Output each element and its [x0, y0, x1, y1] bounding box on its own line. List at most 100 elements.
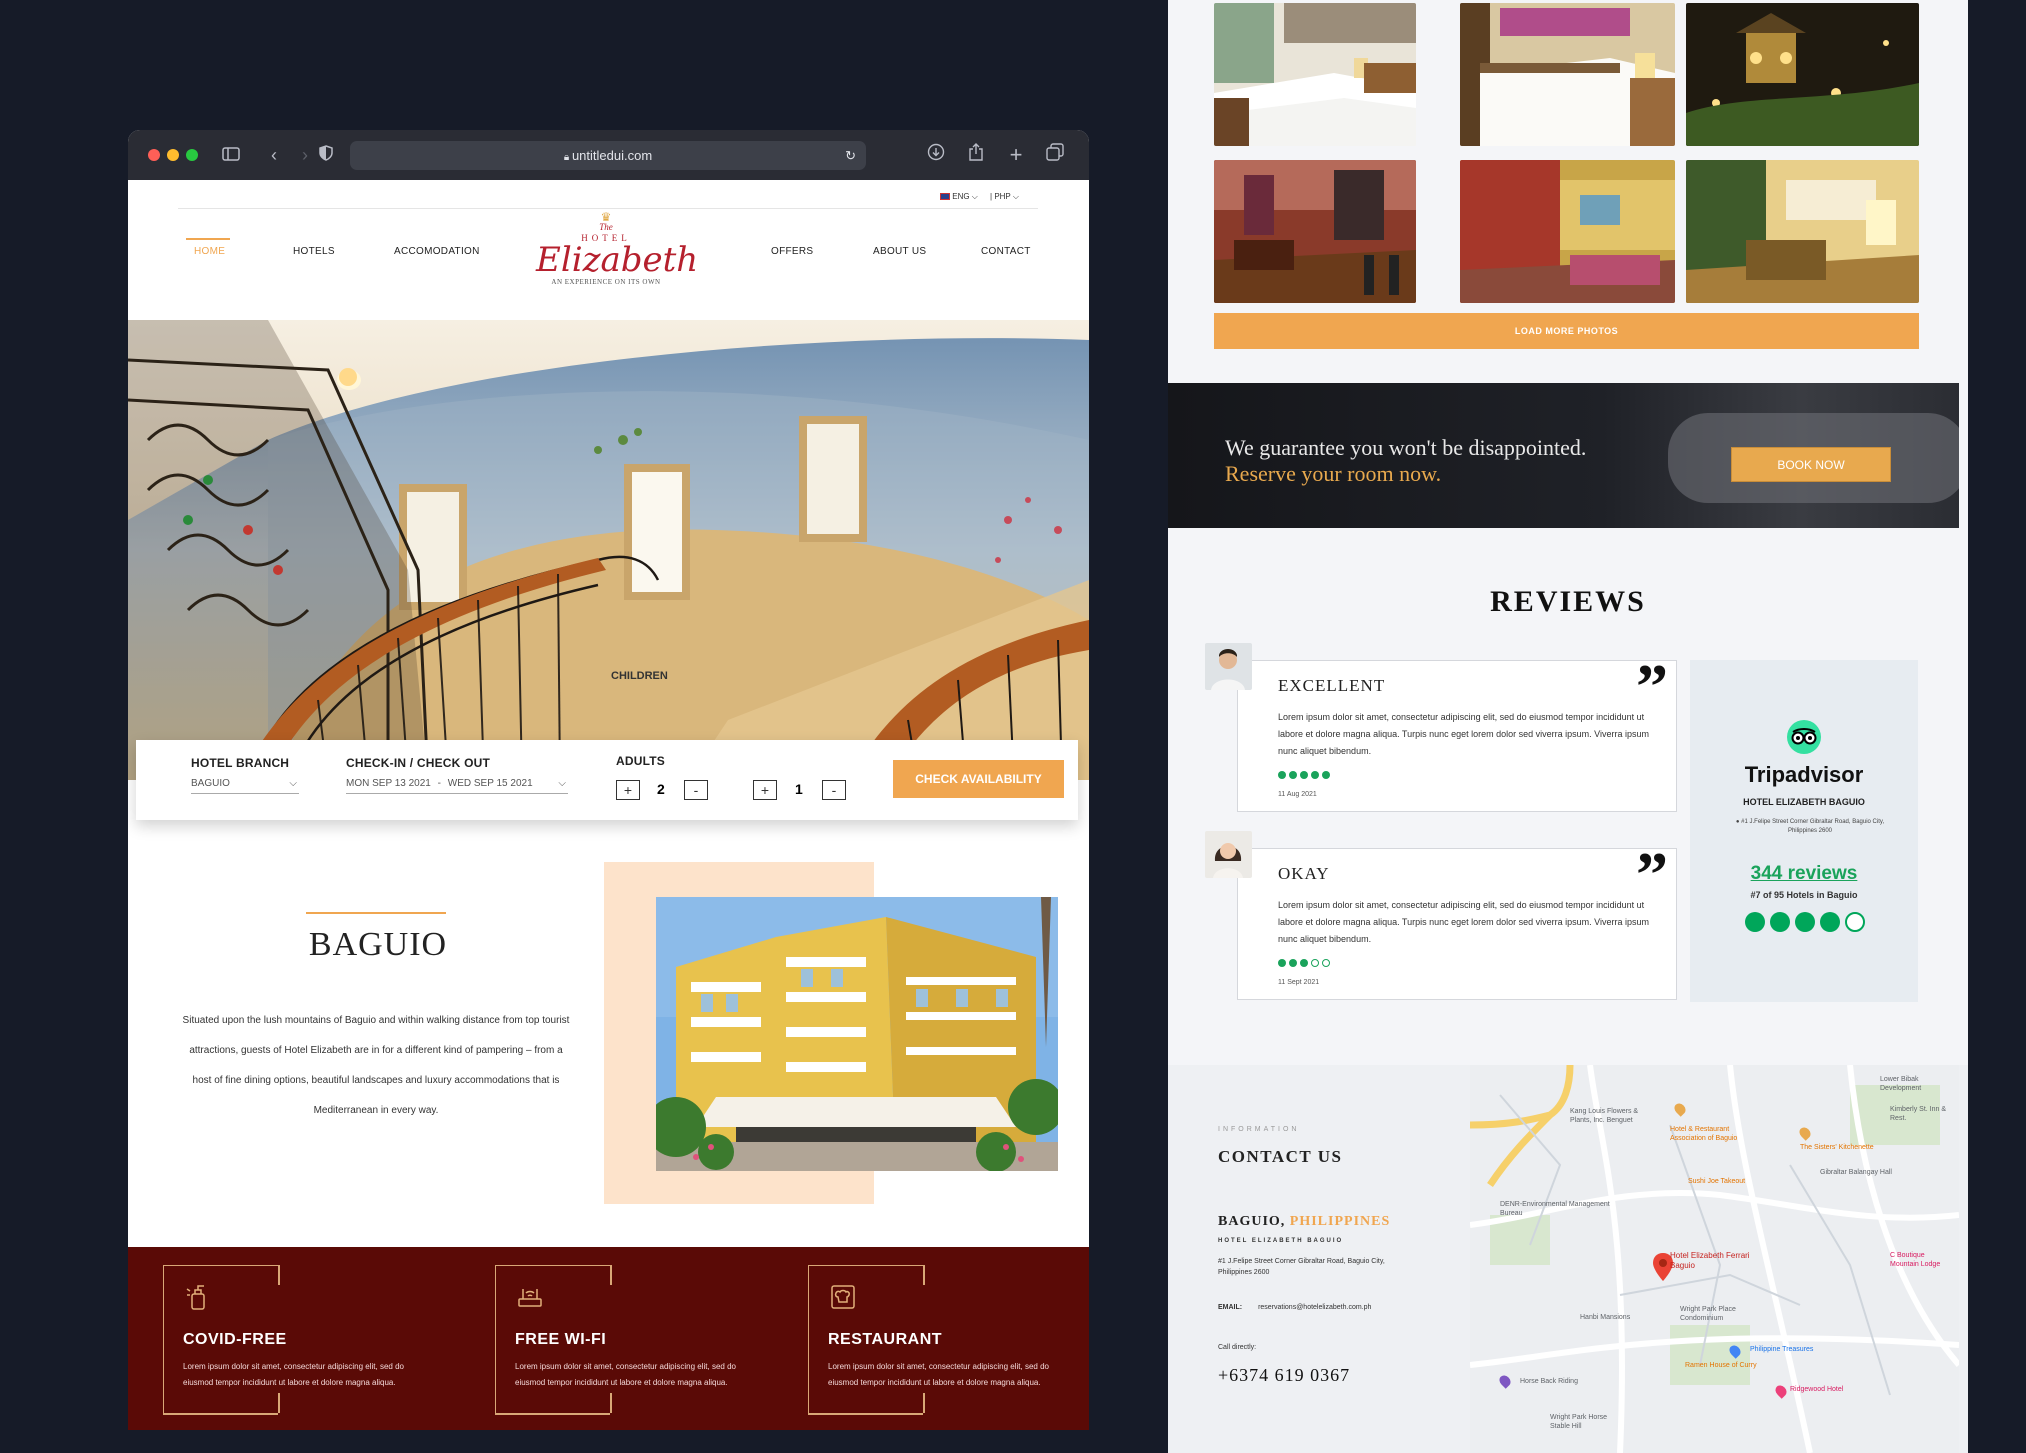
amenity-frame — [278, 1393, 280, 1413]
tab-overview-icon[interactable] — [1043, 143, 1067, 167]
amenity-restaurant: RESTAURANT Lorem ipsum dolor sit amet, c… — [773, 1265, 1089, 1425]
logo-the: The — [599, 222, 613, 232]
children-count: 1 — [795, 781, 803, 797]
url-text: untitledui.com — [571, 148, 653, 163]
gallery-photo[interactable] — [1214, 3, 1416, 146]
map-label: Sushi Joe Takeout — [1688, 1178, 1746, 1185]
children-decrement-button[interactable]: - — [822, 780, 846, 800]
date-range-picker[interactable]: MON SEP 13 2021 - WED SEP 15 2021 ⌵ — [346, 778, 568, 794]
quote-icon: ” — [1636, 651, 1668, 722]
nav-contact[interactable]: CONTACT — [981, 246, 1031, 257]
contact-phone[interactable]: +6374 619 0367 — [1218, 1365, 1350, 1386]
chef-icon — [829, 1283, 857, 1311]
checkout-date: WED SEP 15 2021 — [447, 778, 533, 789]
maximize-window-button[interactable] — [186, 149, 198, 161]
adults-decrement-button[interactable]: - — [684, 780, 708, 800]
amenity-frame — [923, 1265, 925, 1285]
call-label: Call directly: — [1218, 1344, 1257, 1351]
map-label: Lower Bibak Development — [1880, 1076, 1922, 1092]
map-label: Wright Park Place Condominium — [1680, 1306, 1736, 1322]
nav-hotels[interactable]: HOTELS — [293, 246, 335, 257]
branch-select[interactable]: BAGUIO ⌵ — [191, 778, 299, 794]
gallery-photo[interactable] — [1686, 160, 1919, 303]
gallery-photo[interactable] — [1460, 3, 1675, 146]
reload-icon[interactable]: ↻ — [845, 141, 856, 170]
adults-increment-button[interactable]: + — [616, 780, 640, 800]
map-label: The Sisters' Kitchenette — [1800, 1144, 1874, 1151]
branch-label: HOTEL BRANCH — [191, 756, 290, 770]
map-label: Ridgewood Hotel — [1790, 1386, 1844, 1393]
amenity-title: RESTAURANT — [828, 1331, 943, 1348]
crown-icon: ♛ — [600, 210, 612, 224]
page-preview: LOAD MORE PHOTOS We guarantee you won't … — [1168, 0, 1968, 1453]
tripadvisor-card[interactable]: Tripadvisor HOTEL ELIZABETH BAGUIO ● #1 … — [1690, 660, 1918, 1002]
contact-hotel-name: HOTEL ELIZABETH BAGUIO — [1218, 1238, 1344, 1244]
browser-toolbar: ‹ › 🔒︎ untitledui.com ↻ + — [128, 130, 1089, 180]
gallery-photo[interactable] — [1686, 3, 1919, 146]
amenity-text: Lorem ipsum dolor sit amet, consectetur … — [515, 1362, 736, 1387]
location-map[interactable]: Hotel Elizabeth Ferrari Baguio Lower Bib… — [1470, 1065, 1959, 1453]
reviewer-avatar — [1205, 831, 1252, 878]
amenity-title: FREE WI-FI — [515, 1331, 607, 1348]
amenity-frame — [808, 1413, 923, 1415]
amenity-title: COVID-FREE — [183, 1331, 287, 1348]
map-pin-icon: ● — [1735, 819, 1740, 825]
cta-line-1: We guarantee you won't be disappointed. — [1225, 435, 1587, 460]
map-label: Horse Back Riding — [1520, 1378, 1578, 1385]
sidebar-toggle-icon[interactable] — [219, 143, 243, 167]
children-increment-button[interactable]: + — [753, 780, 777, 800]
map-label: Wright Park Horse Stable Hill — [1550, 1414, 1608, 1430]
download-icon[interactable] — [924, 143, 948, 167]
about-title: BAGUIO — [308, 926, 448, 963]
gallery-photo[interactable] — [1214, 160, 1416, 303]
share-icon[interactable] — [964, 143, 988, 167]
tripadvisor-hotel-name: HOTEL ELIZABETH BAGUIO — [1743, 797, 1865, 807]
tripadvisor-review-count[interactable]: 344 reviews — [1690, 863, 1918, 885]
tripadvisor-brand: Tripadvisor — [1744, 762, 1864, 787]
close-window-button[interactable] — [148, 149, 160, 161]
map-label: Hanbi Mansions — [1580, 1314, 1631, 1321]
privacy-shield-icon[interactable] — [314, 143, 338, 167]
book-now-button[interactable]: BOOK NOW — [1731, 447, 1891, 482]
chevron-down-icon: ⌵ — [558, 778, 566, 789]
reviewer-avatar — [1205, 643, 1252, 690]
load-more-photos-button[interactable]: LOAD MORE PHOTOS — [1214, 313, 1919, 349]
map-label: Hotel & Restaurant Association of Baguio — [1670, 1126, 1738, 1142]
hotel-logo[interactable]: ♛ The HOTEL Elizabeth AN EXPERIENCE ON I… — [536, 210, 698, 292]
nav-accomodation[interactable]: ACCOMODATION — [394, 246, 480, 257]
back-icon[interactable]: ‹ — [262, 143, 286, 167]
checkin-date: MON SEP 13 2021 — [346, 778, 431, 789]
chevron-down-icon: ⌵ — [289, 778, 297, 789]
hero-overlay-label: CHILDREN — [611, 670, 668, 682]
map-label: Gibraltar Balangay Hall — [1820, 1169, 1892, 1176]
lock-icon: 🔒︎ — [563, 152, 572, 163]
nav-about-us[interactable]: ABOUT US — [873, 246, 926, 257]
email-value[interactable]: reservations@hotelelizabeth.com.ph — [1258, 1304, 1371, 1311]
quote-icon: ” — [1636, 839, 1668, 910]
review-date: 11 Sept 2021 — [1278, 979, 1320, 986]
check-availability-button[interactable]: CHECK AVAILABILITY — [893, 760, 1064, 798]
hotel-building-photo — [656, 897, 1058, 1171]
review-rating — [1278, 771, 1330, 779]
amenity-frame — [610, 1393, 612, 1413]
map-label: Kimberly St. Inn & Rest. — [1890, 1106, 1947, 1122]
currency-selector[interactable]: | PHP ⌵ — [990, 192, 1019, 202]
cta-line-2: Reserve your room now. — [1225, 461, 1442, 486]
language-selector[interactable]: ENG ⌵ — [940, 192, 978, 202]
new-tab-icon[interactable]: + — [1004, 143, 1028, 167]
contact-address: #1 J.Felipe Street Corner Gibraltar Road… — [1218, 1258, 1385, 1276]
review-card: ” OKAY Lorem ipsum dolor sit amet, conse… — [1237, 839, 1677, 1000]
about-body: Situated upon the lush mountains of Bagu… — [182, 1015, 570, 1116]
map-label: Kang Louis Flowers & Plants, Inc. Bengue… — [1570, 1108, 1639, 1124]
gallery-photo[interactable] — [1460, 160, 1675, 303]
nav-home[interactable]: HOME — [194, 246, 225, 257]
amenity-frame — [163, 1413, 278, 1415]
address-bar[interactable]: 🔒︎ untitledui.com ↻ — [350, 141, 866, 170]
amenity-frame — [610, 1265, 612, 1285]
cta-banner: We guarantee you won't be disappointed. … — [1168, 383, 1959, 528]
minimize-window-button[interactable] — [167, 149, 179, 161]
amenity-covid-free: COVID-FREE Lorem ipsum dolor sit amet, c… — [128, 1265, 458, 1425]
header-divider — [178, 208, 1038, 209]
browser-window: ‹ › 🔒︎ untitledui.com ↻ + ENG ⌵ | PHP ⌵ … — [128, 130, 1089, 1430]
nav-offers[interactable]: OFFERS — [771, 246, 813, 257]
